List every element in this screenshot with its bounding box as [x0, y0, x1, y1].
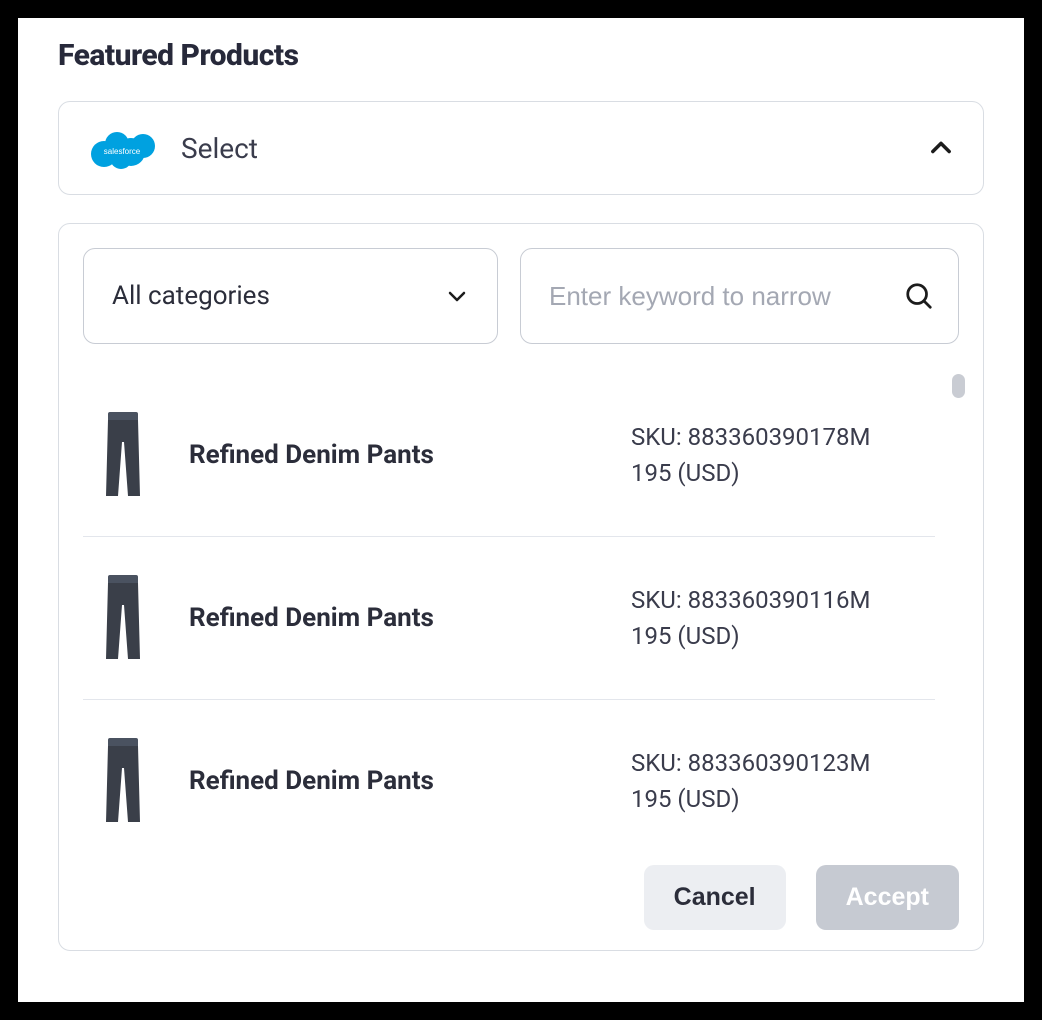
product-meta: SKU: 883360390123M 195 (USD): [631, 745, 931, 817]
product-sku: 883360390178M: [688, 423, 871, 451]
select-label: Select: [181, 132, 258, 165]
product-price: 195 (USD): [631, 781, 931, 817]
product-name: Refined Denim Pants: [189, 603, 595, 633]
search-box[interactable]: [520, 248, 959, 344]
product-source-select[interactable]: salesforce Select: [58, 101, 984, 195]
product-row[interactable]: Refined Denim Pants SKU: 883360390123M 1…: [83, 700, 935, 862]
product-name: Refined Denim Pants: [189, 440, 595, 470]
product-meta: SKU: 883360390116M 195 (USD): [631, 582, 931, 654]
filters-row: All categories: [83, 248, 971, 344]
product-thumbnail: [93, 736, 153, 826]
search-input[interactable]: [549, 281, 892, 312]
category-label: All categories: [112, 281, 270, 311]
product-price: 195 (USD): [631, 455, 931, 491]
product-sku: 883360390116M: [688, 586, 871, 614]
product-price: 195 (USD): [631, 618, 931, 654]
product-row[interactable]: Refined Denim Pants SKU: 883360390116M 1…: [83, 537, 935, 700]
cancel-button[interactable]: Cancel: [644, 865, 786, 930]
scrollbar-thumb[interactable]: [952, 374, 965, 398]
search-icon: [904, 281, 934, 311]
product-list-panel: All categories Refined Denim Pants: [58, 223, 984, 951]
product-row[interactable]: Refined Denim Pants SKU: 883360390178M 1…: [83, 374, 935, 537]
product-meta: SKU: 883360390178M 195 (USD): [631, 419, 931, 491]
chevron-down-icon: [445, 284, 469, 308]
select-left: salesforce Select: [87, 124, 258, 172]
salesforce-logo: salesforce: [87, 124, 157, 172]
category-select[interactable]: All categories: [83, 248, 498, 344]
svg-text:salesforce: salesforce: [104, 147, 141, 156]
sku-prefix: SKU:: [631, 423, 688, 451]
footer-actions: Cancel Accept: [644, 865, 959, 930]
product-thumbnail: [93, 410, 153, 500]
product-thumbnail: [93, 573, 153, 663]
accept-button[interactable]: Accept: [816, 865, 959, 930]
sku-prefix: SKU:: [631, 749, 688, 777]
sku-prefix: SKU:: [631, 586, 688, 614]
product-scroll-area: Refined Denim Pants SKU: 883360390178M 1…: [83, 374, 971, 938]
product-sku: 883360390123M: [688, 749, 871, 777]
page-container: Featured Products salesforce Select: [18, 18, 1024, 1002]
chevron-up-icon: [927, 134, 955, 162]
page-title: Featured Products: [58, 38, 984, 73]
product-name: Refined Denim Pants: [189, 766, 595, 796]
